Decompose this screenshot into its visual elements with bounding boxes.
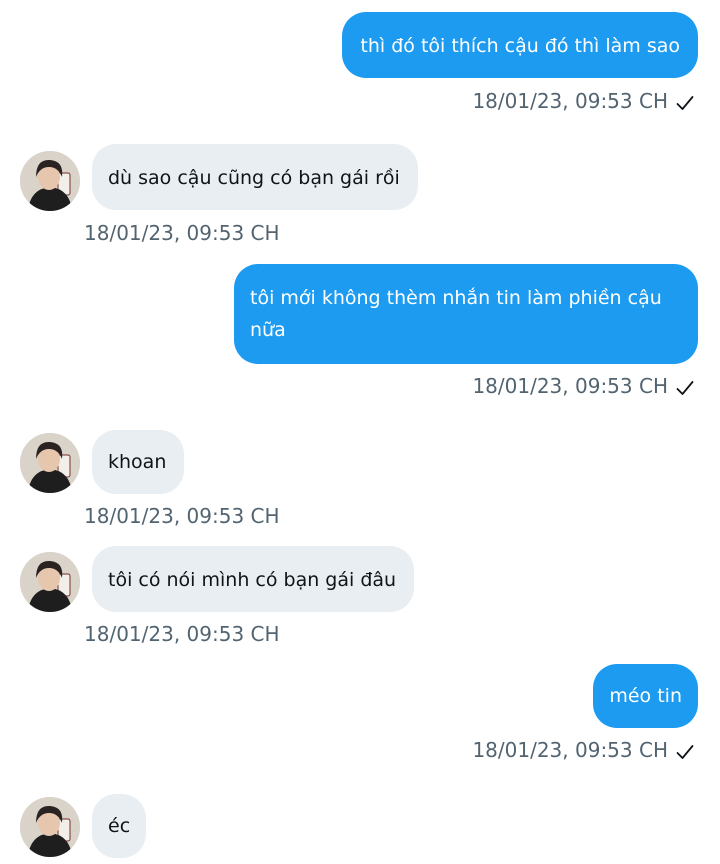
checkmark-icon bbox=[676, 95, 694, 111]
message-bubble-incoming[interactable]: dù sao cậu cũng có bạn gái rồi bbox=[92, 144, 418, 210]
timestamp-text: 18/01/23, 09:53 CH bbox=[84, 622, 280, 646]
message-bubble-incoming[interactable]: tôi có nói mình có bạn gái đâu bbox=[92, 546, 415, 612]
message-bubble-outgoing[interactable]: méo tin bbox=[593, 664, 698, 728]
message-thread: thì đó tôi thích cậu đó thì làm sao 18/0… bbox=[0, 0, 720, 864]
timestamp-text: 18/01/23, 09:53 CH bbox=[84, 504, 280, 528]
checkmark-icon bbox=[676, 744, 694, 760]
message-timestamp: 18/01/23, 09:53 CH bbox=[472, 88, 694, 114]
timestamp-text: 18/01/23, 09:53 CH bbox=[472, 89, 668, 113]
message-timestamp: 18/01/23, 09:53 CH bbox=[472, 373, 694, 399]
message-bubble-outgoing[interactable]: tôi mới không thèm nhắn tin làm phiền cậ… bbox=[234, 264, 698, 364]
checkmark-icon bbox=[676, 380, 694, 396]
message-timestamp: 18/01/23, 09:53 CH bbox=[84, 503, 280, 529]
avatar[interactable] bbox=[20, 552, 80, 612]
message-timestamp: 18/01/23, 09:53 CH bbox=[84, 621, 280, 647]
message-bubble-incoming[interactable]: khoan bbox=[92, 430, 185, 494]
message-timestamp: 18/01/23, 09:53 CH bbox=[472, 737, 694, 763]
timestamp-text: 18/01/23, 09:53 CH bbox=[472, 738, 668, 762]
avatar[interactable] bbox=[20, 433, 80, 493]
message-bubble-outgoing[interactable]: thì đó tôi thích cậu đó thì làm sao bbox=[342, 12, 698, 78]
message-bubble-incoming[interactable]: éc bbox=[92, 794, 147, 858]
timestamp-text: 18/01/23, 09:53 CH bbox=[84, 221, 280, 245]
message-timestamp: 18/01/23, 09:53 CH bbox=[84, 220, 280, 246]
avatar[interactable] bbox=[20, 151, 80, 211]
avatar[interactable] bbox=[20, 797, 80, 857]
timestamp-text: 18/01/23, 09:53 CH bbox=[472, 374, 668, 398]
